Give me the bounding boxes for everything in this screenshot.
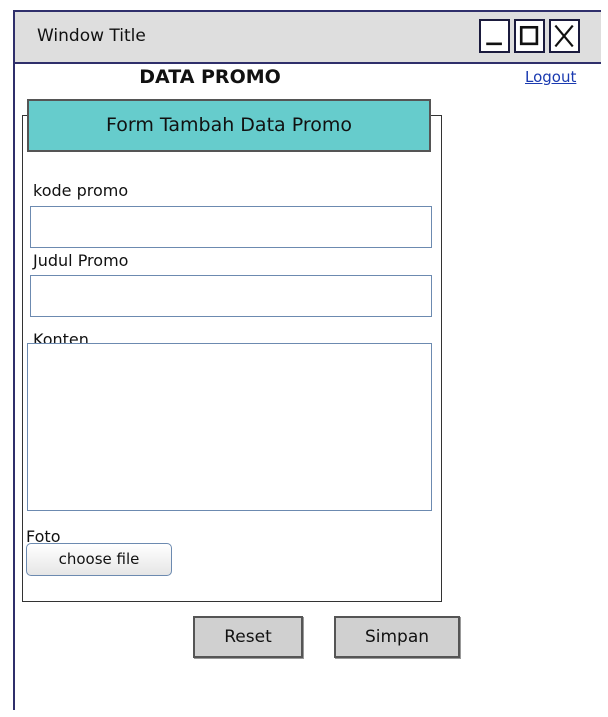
page-title: DATA PROMO: [139, 66, 281, 88]
form-header: Form Tambah Data Promo: [27, 99, 431, 152]
choose-file-button[interactable]: choose file: [26, 543, 172, 576]
logout-link[interactable]: Logout: [525, 68, 576, 86]
title-bar[interactable]: Window Title: [15, 12, 601, 64]
maximize-button[interactable]: [514, 19, 545, 53]
close-button[interactable]: [549, 19, 580, 53]
judul-promo-label: Judul Promo: [33, 251, 129, 270]
minimize-icon: [486, 42, 502, 46]
konten-textarea[interactable]: [27, 343, 432, 511]
minimize-button[interactable]: [479, 19, 510, 53]
judul-promo-input[interactable]: [30, 275, 432, 317]
reset-button[interactable]: Reset: [193, 616, 303, 658]
kode-promo-label: kode promo: [33, 181, 129, 200]
kode-promo-input[interactable]: [30, 206, 432, 248]
simpan-button[interactable]: Simpan: [334, 616, 460, 658]
close-icon: [554, 24, 574, 48]
maximize-icon: [519, 25, 539, 46]
window-title: Window Title: [37, 26, 146, 46]
